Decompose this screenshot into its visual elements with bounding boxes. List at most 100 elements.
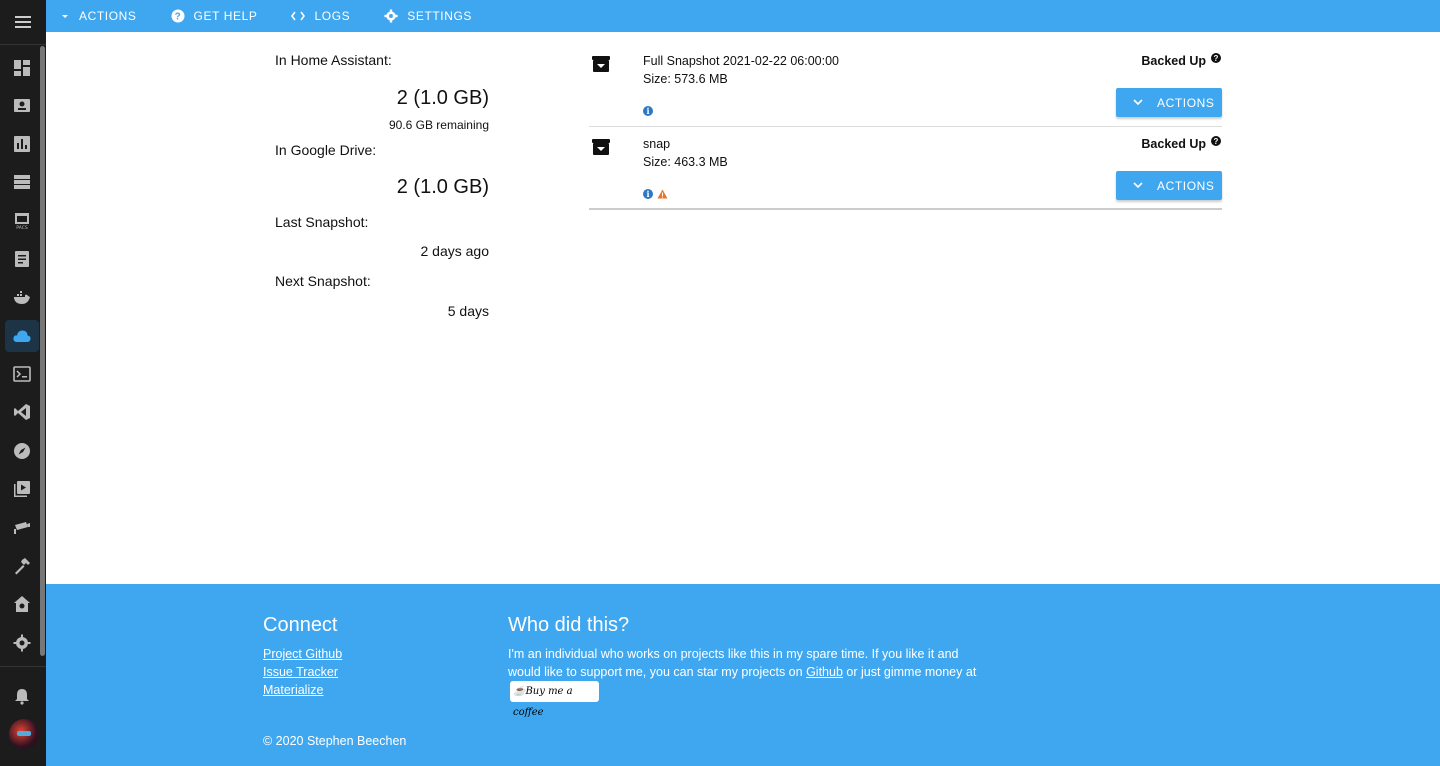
map-icon bbox=[14, 99, 30, 112]
sidebar-item-map[interactable] bbox=[5, 90, 39, 122]
snapshot-row[interactable]: Full Snapshot 2021-02-22 06:00:00 Size: … bbox=[589, 44, 1222, 127]
camera-icon bbox=[14, 522, 30, 534]
who-heading: Who did this? bbox=[508, 614, 630, 636]
sidebar-divider bbox=[0, 44, 46, 45]
dashboard-icon bbox=[14, 60, 30, 76]
actions-menu-button[interactable]: ACTIONS bbox=[60, 0, 137, 32]
logs-label: LOGS bbox=[314, 9, 351, 23]
google-drive-count: 2 (1.0 GB) bbox=[396, 176, 489, 198]
snapshot-actions-button[interactable]: ACTIONS bbox=[1116, 88, 1222, 117]
snapshot-size: Size: 463.3 MB bbox=[643, 155, 728, 169]
snapshot-actions-label: ACTIONS bbox=[1157, 178, 1215, 193]
settings-label: SETTINGS bbox=[407, 9, 473, 23]
avatar[interactable] bbox=[9, 719, 39, 749]
sidebar-item-terminal[interactable] bbox=[5, 358, 39, 390]
snapshot-status: Backed Up bbox=[1141, 54, 1206, 68]
hacs-icon: PACS bbox=[15, 213, 29, 230]
last-snapshot-label: Last Snapshot: bbox=[275, 214, 369, 230]
snapshot-actions-button[interactable]: ACTIONS bbox=[1116, 171, 1222, 200]
snapshot-badges: i bbox=[643, 106, 653, 116]
snapshot-actions-label: ACTIONS bbox=[1157, 95, 1215, 110]
buy-me-a-coffee-button[interactable]: ☕Buy me a coffee bbox=[510, 681, 599, 718]
terminal-icon bbox=[13, 366, 31, 382]
bell-icon bbox=[15, 689, 29, 705]
sidebar-item-overview[interactable] bbox=[5, 52, 39, 84]
get-help-label: GET HELP bbox=[193, 9, 258, 23]
who-description: I'm an individual who works on projects … bbox=[508, 645, 983, 718]
caret-down-icon bbox=[60, 11, 70, 21]
actions-menu-label: ACTIONS bbox=[79, 9, 137, 23]
last-snapshot-value: 2 days ago bbox=[420, 243, 490, 259]
chevron-down-icon bbox=[1133, 99, 1143, 106]
svg-text:PACS: PACS bbox=[16, 225, 28, 230]
settings-button[interactable]: SETTINGS bbox=[384, 0, 472, 32]
sidebar: PACS bbox=[0, 0, 46, 766]
docker-icon bbox=[14, 291, 30, 304]
sidebar-divider bbox=[0, 666, 46, 667]
sidebar-item-developer-tools[interactable] bbox=[5, 550, 39, 582]
home-assistant-label: In Home Assistant: bbox=[275, 52, 392, 68]
notifications-button[interactable] bbox=[5, 680, 39, 712]
project-github-link[interactable]: Project Github bbox=[263, 647, 342, 661]
next-snapshot-label: Next Snapshot: bbox=[275, 273, 371, 289]
vscode-icon bbox=[14, 404, 30, 420]
chevron-down-icon bbox=[1133, 182, 1143, 189]
help-icon[interactable]: ? bbox=[1211, 53, 1221, 63]
help-icon[interactable]: ? bbox=[1211, 136, 1221, 146]
materialize-link[interactable]: Materialize bbox=[263, 683, 323, 697]
logs-button[interactable]: LOGS bbox=[291, 0, 350, 32]
code-icon bbox=[291, 11, 306, 21]
warning-icon[interactable] bbox=[657, 189, 668, 199]
snapshot-list: Full Snapshot 2021-02-22 06:00:00 Size: … bbox=[589, 44, 1222, 210]
menu-icon[interactable] bbox=[0, 0, 46, 44]
next-snapshot-value: 5 days bbox=[447, 303, 489, 319]
get-help-button[interactable]: ? GET HELP bbox=[171, 0, 258, 32]
info-icon[interactable]: i bbox=[643, 189, 653, 199]
sidebar-item-logbook[interactable] bbox=[5, 243, 39, 275]
media-browser-icon bbox=[14, 481, 30, 497]
footer: Connect Project Github Issue Tracker Mat… bbox=[46, 584, 1440, 766]
sidebar-item-media-browser[interactable] bbox=[5, 473, 39, 505]
sidebar-item-media[interactable] bbox=[5, 166, 39, 198]
supervisor-icon bbox=[14, 596, 30, 612]
sidebar-item-docker[interactable] bbox=[5, 281, 39, 313]
help-icon: ? bbox=[171, 9, 185, 23]
gear-icon bbox=[13, 634, 31, 652]
sidebar-item-settings[interactable] bbox=[5, 627, 39, 659]
archive-icon bbox=[592, 139, 610, 155]
sidebar-item-history[interactable] bbox=[5, 128, 39, 160]
explore-icon bbox=[14, 443, 30, 459]
hammer-icon bbox=[15, 558, 30, 575]
media-icon bbox=[14, 175, 30, 189]
sidebar-item-supervisor[interactable] bbox=[5, 588, 39, 620]
sidebar-item-vscode[interactable] bbox=[5, 396, 39, 428]
google-drive-label: In Google Drive: bbox=[275, 142, 377, 158]
github-link[interactable]: Github bbox=[806, 665, 843, 679]
copyright: © 2020 Stephen Beechen bbox=[263, 734, 407, 748]
snapshot-row[interactable]: snap Size: 463.3 MB i Backed Up ? ACTION… bbox=[589, 127, 1222, 210]
top-toolbar: ACTIONS ? GET HELP LOGS SETTINGS bbox=[46, 0, 1440, 32]
sidebar-item-hacs[interactable]: PACS bbox=[5, 205, 39, 237]
issue-tracker-link[interactable]: Issue Tracker bbox=[263, 665, 338, 679]
who-text-2: or just gimme money at bbox=[842, 665, 977, 679]
connect-heading: Connect bbox=[263, 614, 338, 636]
snapshot-name: Full Snapshot 2021-02-22 06:00:00 bbox=[643, 54, 839, 68]
sidebar-scrollbar[interactable] bbox=[40, 46, 45, 656]
cloud-icon bbox=[13, 330, 31, 342]
snapshot-badges: i bbox=[643, 189, 668, 199]
history-icon bbox=[14, 136, 30, 152]
sidebar-item-google-drive-backup[interactable] bbox=[5, 320, 39, 352]
snapshot-status: Backed Up bbox=[1141, 137, 1206, 151]
svg-text:?: ? bbox=[174, 12, 181, 23]
snapshot-name: snap bbox=[643, 137, 671, 151]
snapshot-size: Size: 573.6 MB bbox=[643, 72, 728, 86]
archive-icon bbox=[592, 56, 610, 72]
coffee-cup-icon: ☕ bbox=[513, 686, 526, 697]
gear-icon bbox=[384, 9, 398, 23]
home-assistant-count: 2 (1.0 GB) bbox=[396, 87, 489, 109]
home-assistant-remaining: 90.6 GB remaining bbox=[388, 118, 489, 132]
sidebar-item-explore[interactable] bbox=[5, 435, 39, 467]
info-icon[interactable]: i bbox=[643, 106, 653, 116]
logbook-icon bbox=[15, 251, 29, 267]
sidebar-item-cameras[interactable] bbox=[5, 511, 39, 543]
